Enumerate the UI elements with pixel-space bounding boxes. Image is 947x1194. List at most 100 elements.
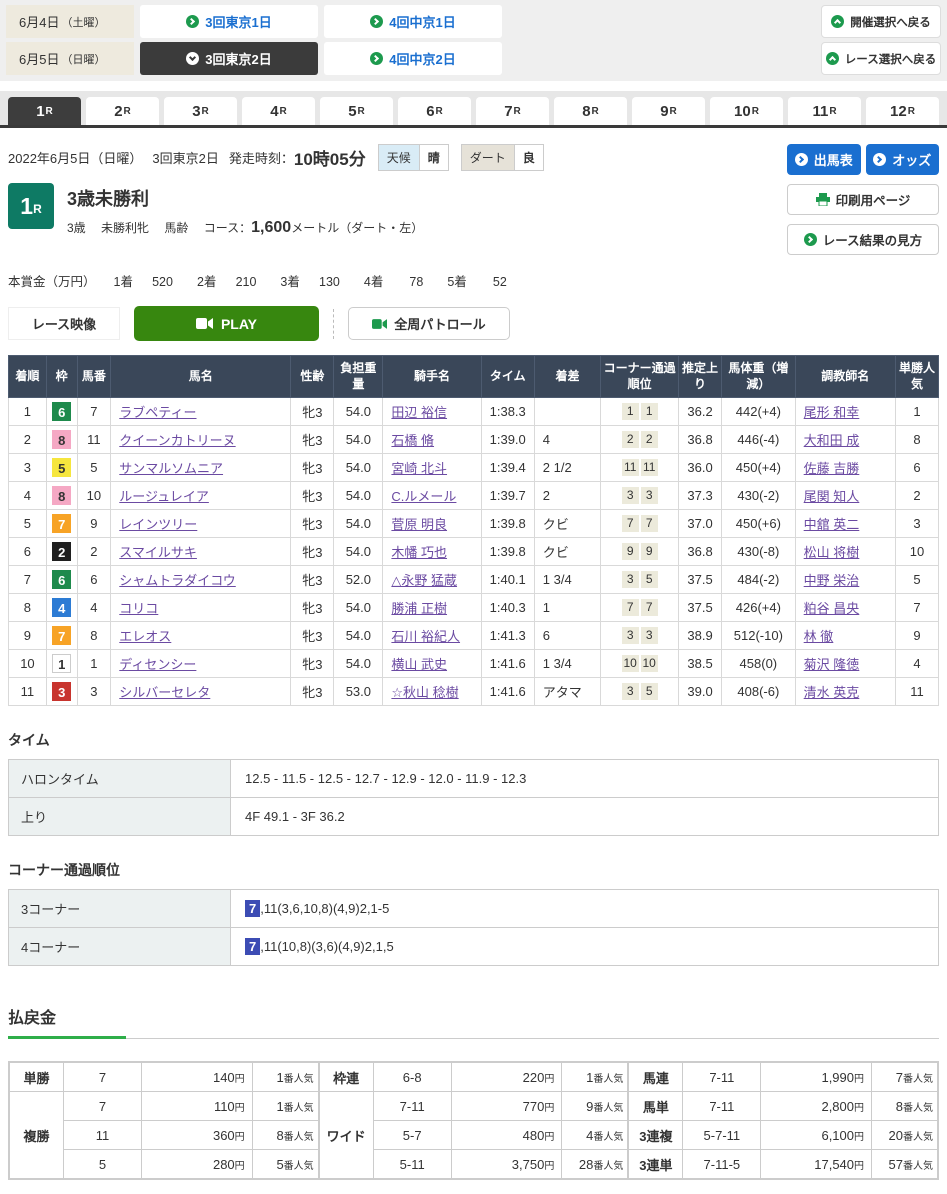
trainer-link[interactable]: 菊沢 隆徳 <box>804 657 860 672</box>
horse-name-link[interactable]: シルバーセレタ <box>119 685 210 700</box>
jockey-cell: 宮崎 北斗 <box>383 454 481 482</box>
trainer-link[interactable]: 中野 栄治 <box>804 573 860 588</box>
jockey-link[interactable]: 横山 武史 <box>391 657 447 672</box>
course-distance: 1,600 <box>251 219 291 236</box>
chevron-right-icon <box>370 15 383 28</box>
race-tab-9r[interactable]: 9R <box>632 97 705 125</box>
trainer-link[interactable]: 清水 英克 <box>804 685 860 700</box>
payout-popularity: 20番人気 <box>872 1121 938 1150</box>
trainer-link[interactable]: 中舘 英二 <box>804 517 860 532</box>
payout-combination: 7 <box>64 1063 142 1092</box>
print-page-button[interactable]: 印刷用ページ <box>787 184 939 215</box>
odds-button[interactable]: オッズ <box>866 144 940 175</box>
trainer-link[interactable]: 尾関 知人 <box>804 489 860 504</box>
race-tab-3r[interactable]: 3R <box>164 97 237 125</box>
horse-name-link[interactable]: コリコ <box>119 601 158 616</box>
results-table: 着順枠馬番馬名性齢負担重量騎手名タイム着差コーナー通過順位推定上り馬体重（増減）… <box>8 355 939 706</box>
win-popularity: 9 <box>895 622 938 650</box>
chevron-right-icon <box>370 52 383 65</box>
column-header: 馬体重（増減） <box>722 356 796 398</box>
trainer-link[interactable]: 尾形 和幸 <box>804 405 860 420</box>
horse-body-weight: 442(+4) <box>722 398 796 426</box>
payout-amount: 140円 <box>142 1063 253 1092</box>
jockey-link[interactable]: 田辺 裕信 <box>391 405 447 420</box>
race-tab-11r[interactable]: 11R <box>788 97 861 125</box>
jockey-link[interactable]: 宮崎 北斗 <box>391 461 447 476</box>
race-tab-6r[interactable]: 6R <box>398 97 471 125</box>
jockey-link[interactable]: 木幡 巧也 <box>391 545 447 560</box>
race-tab-7r[interactable]: 7R <box>476 97 549 125</box>
trainer-link[interactable]: 粕谷 昌央 <box>804 601 860 616</box>
meeting-link[interactable]: 3回東京1日 <box>140 5 318 38</box>
column-header: 調教師名 <box>795 356 895 398</box>
payout-row: 馬単7-112,800円8番人気 <box>629 1092 938 1121</box>
horse-number: 11 <box>77 426 111 454</box>
time-section-title: タイム <box>8 730 939 750</box>
horse-name-link[interactable]: サンマルソムニア <box>119 461 223 476</box>
horse-name-link[interactable]: クイーンカトリーヌ <box>119 433 235 448</box>
column-header: タイム <box>481 356 534 398</box>
jockey-link[interactable]: ☆秋山 稔樹 <box>391 685 458 700</box>
corner-order-chip: 5 <box>641 683 658 700</box>
condition-class: 未勝利牝 <box>101 221 149 235</box>
play-button[interactable]: PLAY <box>134 306 319 341</box>
back-to-meeting-button[interactable]: 開催選択へ戻る <box>821 5 941 38</box>
bet-type-label: 3連複 <box>629 1121 683 1150</box>
corner-order-cell: 35 <box>601 566 679 594</box>
horse-name-link[interactable]: シャムトラダイコウ <box>119 573 235 588</box>
kv-row-label: 4コーナー <box>9 928 231 966</box>
horse-name-link[interactable]: ラブペティー <box>119 405 196 420</box>
jockey-link[interactable]: 菅原 明良 <box>391 517 447 532</box>
jockey-link[interactable]: 勝浦 正樹 <box>391 601 447 616</box>
payout-popularity: 9番人気 <box>562 1092 628 1121</box>
jockey-cell: ☆秋山 稔樹 <box>383 678 481 706</box>
entry-table-button[interactable]: 出馬表 <box>787 144 861 175</box>
payout-amount: 6,100円 <box>761 1121 872 1150</box>
payout-amount-value: 110 <box>214 1099 235 1114</box>
carried-weight: 53.0 <box>334 678 383 706</box>
corner-order-chip: 11 <box>622 459 639 476</box>
race-tab-1r[interactable]: 1R <box>8 97 81 125</box>
race-tab-2r[interactable]: 2R <box>86 97 159 125</box>
jockey-link[interactable]: C.ルメール <box>391 489 456 504</box>
trainer-link[interactable]: 林 徹 <box>804 629 834 644</box>
carried-weight: 54.0 <box>334 538 383 566</box>
trainer-link[interactable]: 松山 将樹 <box>804 545 860 560</box>
trainer-cell: 尾形 和幸 <box>795 398 895 426</box>
meeting-link-label: 3回東京1日 <box>205 12 271 31</box>
race-tab-12r[interactable]: 12R <box>866 97 939 125</box>
horse-name-link[interactable]: スマイルサキ <box>119 545 197 560</box>
jockey-link[interactable]: △永野 猛蔵 <box>391 573 457 588</box>
meeting-link[interactable]: 4回中京1日 <box>324 5 502 38</box>
corner-order-chip: 3 <box>622 487 639 504</box>
race-tab-8r[interactable]: 8R <box>554 97 627 125</box>
race-tab-suffix: R <box>514 106 521 117</box>
corner-order-chip: 11 <box>641 459 658 476</box>
payout-amount-value: 220 <box>523 1070 545 1085</box>
meeting-link[interactable]: 4回中京2日 <box>324 42 502 75</box>
horse-name-link[interactable]: レインツリー <box>119 517 197 532</box>
payout-amount-suffix: 円 <box>544 1132 554 1143</box>
meeting-link[interactable]: 3回東京2日 <box>140 42 318 75</box>
payout-popularity-suffix: 番人気 <box>903 1074 933 1085</box>
corner-order-chip: 3 <box>641 487 658 504</box>
jockey-link[interactable]: 石川 裕紀人 <box>391 629 460 644</box>
trainer-link[interactable]: 佐藤 吉勝 <box>804 461 860 476</box>
race-tab-4r[interactable]: 4R <box>242 97 315 125</box>
horse-name-link[interactable]: エレオス <box>119 629 171 644</box>
race-tab-10r[interactable]: 10R <box>710 97 783 125</box>
corner-table: 3コーナー7,11(3,6,10,8)(4,9)2,1-54コーナー7,11(1… <box>8 889 939 966</box>
patrol-video-button[interactable]: 全周パトロール <box>348 307 510 340</box>
horse-name-link[interactable]: ディセンシー <box>119 657 196 672</box>
back-to-race-select-button[interactable]: レース選択へ戻る <box>821 42 941 75</box>
payout-popularity-suffix: 番人気 <box>903 1103 933 1114</box>
race-tab-5r[interactable]: 5R <box>320 97 393 125</box>
jockey-link[interactable]: 石橋 脩 <box>391 433 434 448</box>
weather-tag: 天候 晴 <box>378 144 449 171</box>
payout-popularity-value: 8 <box>896 1099 903 1114</box>
results-guide-button[interactable]: レース結果の見方 <box>787 224 939 255</box>
race-tab-suffix: R <box>670 106 677 117</box>
horse-name-link[interactable]: ルージュレイア <box>119 489 209 504</box>
trainer-link[interactable]: 大和田 成 <box>804 433 860 448</box>
margin: アタマ <box>534 678 601 706</box>
